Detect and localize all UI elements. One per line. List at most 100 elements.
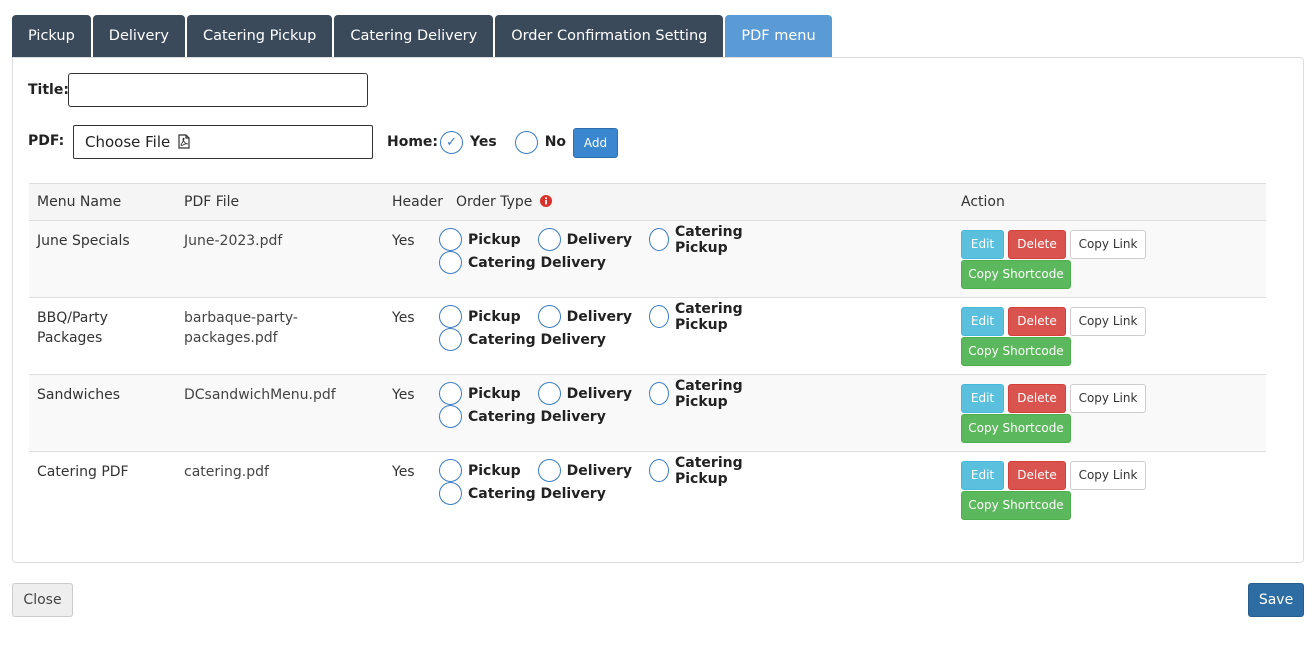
catering-pickup-radio[interactable] <box>649 305 669 328</box>
choose-file-button[interactable]: Choose File <box>73 125 373 159</box>
tab-order-confirmation-setting[interactable]: Order Confirmation Setting <box>495 15 724 57</box>
tab-pickup[interactable]: Pickup <box>12 15 91 57</box>
add-button[interactable]: Add <box>573 128 618 158</box>
edit-button[interactable]: Edit <box>961 230 1004 259</box>
catering-pickup-radio[interactable] <box>649 382 669 405</box>
delete-button[interactable]: Delete <box>1008 230 1066 259</box>
home-yes-radio[interactable]: ✓ <box>440 130 464 154</box>
title-input[interactable] <box>68 73 368 107</box>
info-circle-icon[interactable] <box>539 185 552 221</box>
copy-link-button[interactable]: Copy Link <box>1070 384 1146 413</box>
pickup-radio[interactable] <box>439 382 462 405</box>
home-no-label: No <box>544 134 567 150</box>
pickup-radio[interactable] <box>439 459 462 482</box>
menu-name-cell: Catering PDF <box>37 464 129 480</box>
catering-delivery-label: Catering Delivery <box>468 408 606 425</box>
pdf-menu-panel: Title: PDF: Choose File Home: ✓ Yes No A… <box>12 57 1304 563</box>
order-type-options: Pickup Delivery Catering Pickup Catering… <box>439 301 799 351</box>
col-header: Header <box>392 194 443 210</box>
order-type-catering-delivery[interactable]: Catering Delivery <box>439 405 606 428</box>
delete-button[interactable]: Delete <box>1008 384 1066 413</box>
order-type-catering-pickup[interactable]: Catering Pickup <box>649 455 782 487</box>
tab-pdf-menu[interactable]: PDF menu <box>725 15 832 57</box>
copy-link-button[interactable]: Copy Link <box>1070 461 1146 490</box>
col-action: Action <box>961 194 1005 210</box>
delivery-label: Delivery <box>566 231 633 248</box>
catering-delivery-radio[interactable] <box>439 328 462 351</box>
order-type-options: Pickup Delivery Catering Pickup Catering… <box>439 455 799 505</box>
home-yes-label: Yes <box>470 134 497 150</box>
order-type-catering-delivery[interactable]: Catering Delivery <box>439 482 606 505</box>
copy-shortcode-button[interactable]: Copy Shortcode <box>961 491 1071 520</box>
delivery-label: Delivery <box>566 308 633 325</box>
order-type-catering-delivery[interactable]: Catering Delivery <box>439 251 606 274</box>
delivery-radio[interactable] <box>537 305 561 328</box>
edit-button[interactable]: Edit <box>961 384 1004 413</box>
menu-name-cell: BBQ/Party Packages <box>37 310 108 346</box>
copy-shortcode-button[interactable]: Copy Shortcode <box>961 337 1071 366</box>
order-type-catering-pickup[interactable]: Catering Pickup <box>649 301 782 333</box>
order-type-options: Pickup Delivery Catering Pickup Catering… <box>439 378 799 428</box>
choose-file-label: Choose File <box>85 133 171 151</box>
tab-catering-delivery[interactable]: Catering Delivery <box>334 15 494 57</box>
table-header: Menu Name PDF File Header Order Type Act… <box>29 183 1266 220</box>
delivery-radio[interactable] <box>537 382 561 405</box>
delivery-radio[interactable] <box>537 459 561 482</box>
pickup-radio[interactable] <box>439 305 462 328</box>
copy-link-button[interactable]: Copy Link <box>1070 230 1146 259</box>
catering-delivery-radio[interactable] <box>439 405 462 428</box>
catering-pickup-label: Catering Pickup <box>675 454 743 487</box>
order-type-catering-pickup[interactable]: Catering Pickup <box>649 224 782 256</box>
check-icon: ✓ <box>446 134 457 150</box>
tab-delivery[interactable]: Delivery <box>92 15 185 57</box>
col-order-type: Order Type <box>456 184 552 221</box>
edit-button[interactable]: Edit <box>961 307 1004 336</box>
menu-name-cell: June Specials <box>37 233 130 249</box>
pdf-menu-table: Menu Name PDF File Header Order Type Act… <box>29 183 1266 528</box>
col-menu-name: Menu Name <box>37 194 122 210</box>
home-label: Home: <box>387 134 439 150</box>
delete-button[interactable]: Delete <box>1008 461 1066 490</box>
copy-link-button[interactable]: Copy Link <box>1070 307 1146 336</box>
copy-shortcode-button[interactable]: Copy Shortcode <box>961 260 1071 289</box>
edit-button[interactable]: Edit <box>961 461 1004 490</box>
copy-shortcode-button[interactable]: Copy Shortcode <box>961 414 1071 443</box>
order-type-delivery[interactable]: Delivery <box>537 228 633 251</box>
tab-catering-pickup[interactable]: Catering Pickup <box>186 15 333 57</box>
menu-name-cell: Sandwiches <box>37 387 121 403</box>
order-type-pickup[interactable]: Pickup <box>439 382 521 405</box>
catering-pickup-radio[interactable] <box>649 228 669 251</box>
pdf-file-cell: barbaque-party- packages.pdf <box>184 310 298 346</box>
delete-button[interactable]: Delete <box>1008 307 1066 336</box>
order-type-pickup[interactable]: Pickup <box>439 305 521 328</box>
catering-delivery-radio[interactable] <box>439 251 462 274</box>
order-type-delivery[interactable]: Delivery <box>537 382 632 405</box>
catering-delivery-label: Catering Delivery <box>468 254 606 271</box>
order-type-catering-delivery[interactable]: Catering Delivery <box>439 328 606 351</box>
header-cell: Yes <box>392 387 415 403</box>
order-type-delivery[interactable]: Delivery <box>537 305 633 328</box>
catering-delivery-radio[interactable] <box>439 482 462 505</box>
catering-pickup-label: Catering Pickup <box>675 377 743 410</box>
header-cell: Yes <box>392 464 415 480</box>
order-type-catering-pickup[interactable]: Catering Pickup <box>649 378 782 410</box>
pickup-label: Pickup <box>468 231 521 248</box>
order-type-pickup[interactable]: Pickup <box>439 459 521 482</box>
catering-pickup-label: Catering Pickup <box>675 300 743 333</box>
table-row: BBQ/Party Packages barbaque-party- packa… <box>29 297 1266 374</box>
pickup-radio[interactable] <box>439 228 462 251</box>
pdf-file-cell: June-2023.pdf <box>184 233 283 249</box>
catering-pickup-label: Catering Pickup <box>675 223 743 256</box>
save-button[interactable]: Save <box>1248 583 1304 617</box>
delivery-label: Delivery <box>566 462 633 479</box>
pdf-file-icon <box>178 128 190 160</box>
delivery-radio[interactable] <box>537 228 561 251</box>
table-row: Catering PDF catering.pdf Yes Pickup Del… <box>29 451 1266 528</box>
home-no-radio[interactable] <box>514 130 538 154</box>
table-row: June Specials June-2023.pdf Yes Pickup D… <box>29 220 1266 297</box>
order-type-label: Order Type <box>456 194 533 210</box>
order-type-pickup[interactable]: Pickup <box>439 228 521 251</box>
close-button[interactable]: Close <box>12 583 73 617</box>
catering-pickup-radio[interactable] <box>649 459 669 482</box>
order-type-delivery[interactable]: Delivery <box>537 459 633 482</box>
